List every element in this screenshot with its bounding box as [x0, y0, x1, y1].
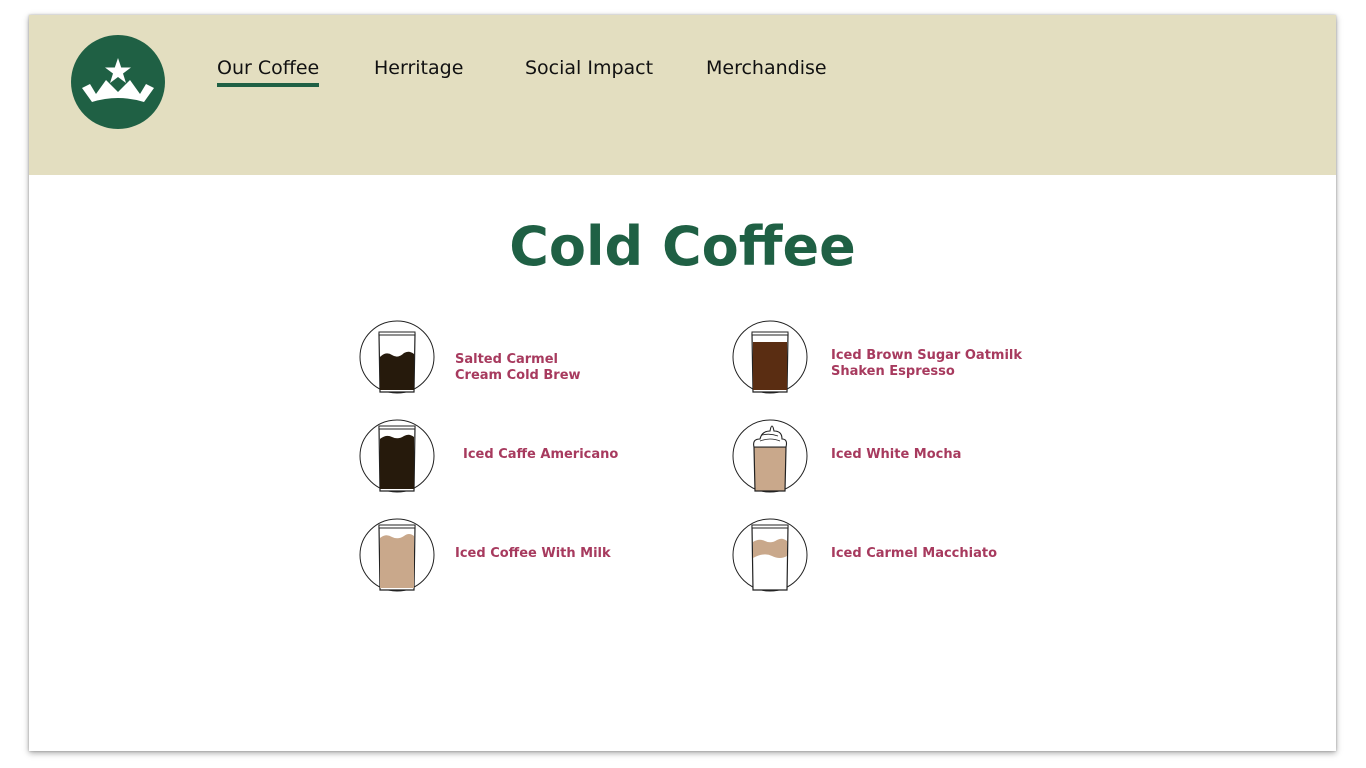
americano-cup-icon — [359, 419, 435, 493]
nav-herritage[interactable]: Herritage — [374, 57, 463, 83]
menu-item-iced-brown-sugar-oatmilk-shaken-espresso[interactable]: Iced Brown Sugar Oatmilk Shaken Espresso — [732, 320, 1062, 394]
menu-item-salted-carmel-cream-cold-brew[interactable]: Salted Carmel Cream Cold Brew — [359, 320, 689, 394]
menu-item-iced-white-mocha[interactable]: Iced White Mocha — [732, 419, 1062, 493]
cold-brew-cup-icon — [359, 320, 435, 394]
crown-star-logo[interactable] — [70, 34, 166, 130]
nav-social-impact[interactable]: Social Impact — [525, 57, 653, 83]
menu-item-label: Iced Carmel Macchiato — [831, 546, 998, 561]
nav-our-coffee[interactable]: Our Coffee — [217, 57, 320, 87]
menu-item-iced-coffee-with-milk[interactable]: Iced Coffee With Milk — [359, 518, 689, 592]
menu-item-label: Iced White Mocha — [831, 447, 962, 462]
menu-item-label: Salted Carmel Cream Cold Brew — [455, 352, 581, 383]
menu-item-iced-caffe-americano[interactable]: Iced Caffe Americano — [359, 419, 689, 493]
page-title: Cold Coffee — [509, 215, 856, 278]
milk-coffee-cup-icon — [359, 518, 435, 592]
menu-item-iced-carmel-macchiato[interactable]: Iced Carmel Macchiato — [732, 518, 1062, 592]
nav-merchandise[interactable]: Merchandise — [706, 57, 827, 83]
macchiato-cup-icon — [732, 518, 808, 592]
header: Our Coffee Herritage Social Impact Merch… — [29, 15, 1336, 175]
menu-item-label: Iced Brown Sugar Oatmilk Shaken Espresso — [831, 348, 1023, 379]
menu-item-label: Iced Caffe Americano — [463, 447, 619, 462]
whipped-mocha-cup-icon — [732, 419, 808, 493]
page: Our Coffee Herritage Social Impact Merch… — [29, 15, 1336, 751]
brown-espresso-cup-icon — [732, 320, 808, 394]
menu-item-label: Iced Coffee With Milk — [455, 546, 611, 561]
